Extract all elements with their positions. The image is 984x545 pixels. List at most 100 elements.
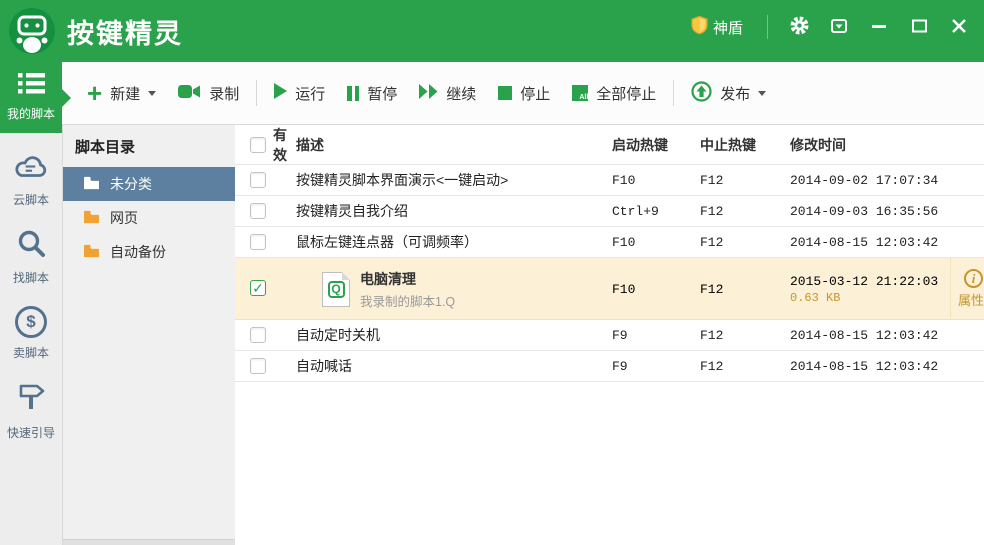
directory-item-uncategorized[interactable]: 未分类 bbox=[63, 167, 235, 201]
fast-forward-icon bbox=[419, 84, 438, 103]
table-row[interactable]: ✓ 按键精灵自我介绍 Ctrl+9 F12 2014-09-03 16:35:5… bbox=[235, 196, 984, 227]
publish-button[interactable]: 发布 bbox=[680, 73, 777, 113]
script-description: 自动定时关机 bbox=[296, 325, 612, 345]
minimize-button[interactable] bbox=[862, 12, 896, 42]
modified-time: 2014-08-15 12:03:42 bbox=[790, 359, 950, 374]
col-abort-hotkey: 中止热键 bbox=[700, 135, 790, 155]
script-file-icon: Q bbox=[322, 272, 350, 307]
script-table: ✓ 有效 描述 启动热键 中止热键 修改时间 ✓ 按键精灵脚本界面演示<一键启动… bbox=[235, 125, 984, 545]
stop-icon bbox=[498, 86, 512, 100]
pause-icon bbox=[347, 86, 359, 101]
signpost-icon bbox=[15, 381, 47, 418]
row-checkbox[interactable]: ✓ bbox=[250, 280, 266, 296]
row-checkbox[interactable]: ✓ bbox=[250, 234, 266, 250]
modified-time: 2014-08-15 12:03:42 bbox=[790, 328, 950, 343]
record-button[interactable]: 录制 bbox=[167, 73, 250, 113]
new-script-label: 新建 bbox=[110, 83, 140, 104]
stop-label: 停止 bbox=[520, 83, 550, 104]
resume-label: 继续 bbox=[446, 83, 476, 104]
minimize-icon bbox=[872, 19, 886, 36]
script-description: 按键精灵自我介绍 bbox=[296, 201, 612, 221]
table-row[interactable]: ✓ 自动喊话 F9 F12 2014-08-15 12:03:42 bbox=[235, 351, 984, 382]
sidebar-item-label: 快速引导 bbox=[7, 424, 55, 441]
properties-button[interactable]: i 属性 bbox=[950, 258, 984, 320]
table-row[interactable]: ✓ 自动定时关机 F9 F12 2014-08-15 12:03:42 bbox=[235, 320, 984, 351]
row-checkbox[interactable]: ✓ bbox=[250, 327, 266, 343]
chevron-down-icon bbox=[148, 91, 156, 96]
stop-all-button[interactable]: All 全部停止 bbox=[561, 73, 667, 113]
col-valid: 有效 bbox=[273, 125, 296, 165]
pause-button[interactable]: 暂停 bbox=[336, 73, 408, 113]
stop-button[interactable]: 停止 bbox=[487, 73, 561, 113]
directory-title: 脚本目录 bbox=[63, 125, 235, 167]
sidebar-item-label: 云脚本 bbox=[13, 191, 49, 208]
toolbar-divider bbox=[256, 80, 257, 106]
script-description: 鼠标左键连点器（可调频率） bbox=[296, 232, 612, 252]
publish-label: 发布 bbox=[720, 83, 750, 104]
row-checkbox[interactable]: ✓ bbox=[250, 172, 266, 188]
col-description: 描述 bbox=[296, 135, 612, 155]
sidebar-item-quick-guide[interactable]: 快速引导 bbox=[0, 381, 62, 441]
sidebar-item-label: 找脚本 bbox=[13, 269, 49, 286]
row-checkbox[interactable]: ✓ bbox=[250, 358, 266, 374]
table-row-selected[interactable]: ✓ Q 电脑清理 我录制的脚本1.Q F10 F12 2015-03-12 21… bbox=[235, 258, 984, 320]
table-header: ✓ 有效 描述 启动热键 中止热键 修改时间 bbox=[235, 125, 984, 165]
search-icon bbox=[16, 228, 46, 263]
panel-scrollbar[interactable] bbox=[63, 539, 235, 545]
directory-item-label: 自动备份 bbox=[110, 242, 166, 262]
app-title: 按键精灵 bbox=[67, 12, 183, 51]
row-checkbox[interactable]: ✓ bbox=[250, 203, 266, 219]
plus-icon: + bbox=[87, 83, 102, 103]
shield-button[interactable]: 神盾 bbox=[681, 12, 753, 42]
new-script-button[interactable]: + 新建 bbox=[76, 73, 167, 113]
abort-hotkey: F12 bbox=[700, 359, 790, 374]
script-description: 按键精灵脚本界面演示<一键启动> bbox=[296, 170, 612, 190]
script-filename: 我录制的脚本1.Q bbox=[360, 291, 455, 310]
abort-hotkey: F12 bbox=[700, 204, 790, 219]
sidebar-item-find-scripts[interactable]: 找脚本 bbox=[0, 228, 62, 286]
resume-button[interactable]: 继续 bbox=[408, 73, 487, 113]
abort-hotkey: F12 bbox=[700, 282, 790, 297]
stop-all-icon: All bbox=[572, 85, 588, 101]
modified-time: 2014-09-02 17:07:34 bbox=[790, 173, 950, 188]
play-icon bbox=[274, 83, 287, 103]
record-label: 录制 bbox=[209, 83, 239, 104]
col-modified: 修改时间 bbox=[790, 135, 950, 155]
modified-time: 2014-08-15 12:03:42 bbox=[790, 235, 950, 250]
titlebar: 按键精灵 神盾 bbox=[0, 0, 984, 62]
abort-hotkey: F12 bbox=[700, 328, 790, 343]
run-label: 运行 bbox=[295, 83, 325, 104]
camera-icon bbox=[178, 84, 201, 103]
select-all-checkbox[interactable]: ✓ bbox=[250, 137, 266, 153]
settings-button[interactable] bbox=[782, 12, 816, 42]
script-title: 电脑清理 bbox=[360, 269, 455, 289]
sidebar-item-sell-scripts[interactable]: $ 卖脚本 bbox=[0, 306, 62, 361]
menu-dropdown-button[interactable] bbox=[822, 12, 856, 42]
sidebar-item-my-scripts[interactable]: 我的脚本 bbox=[0, 62, 62, 133]
titlebar-divider bbox=[767, 15, 768, 39]
pause-label: 暂停 bbox=[367, 83, 397, 104]
table-row[interactable]: ✓ 鼠标左键连点器（可调频率） F10 F12 2014-08-15 12:03… bbox=[235, 227, 984, 258]
list-icon bbox=[18, 73, 45, 99]
table-row[interactable]: ✓ 按键精灵脚本界面演示<一键启动> F10 F12 2014-09-02 17… bbox=[235, 165, 984, 196]
publish-icon bbox=[691, 81, 712, 106]
directory-item-label: 未分类 bbox=[110, 174, 152, 194]
window-caret-icon bbox=[831, 19, 847, 36]
shield-icon bbox=[691, 15, 708, 39]
active-item-pointer bbox=[62, 89, 71, 107]
close-button[interactable] bbox=[942, 12, 976, 42]
directory-item-auto-backup[interactable]: 自动备份 bbox=[63, 235, 235, 269]
modified-time: 2014-09-03 16:35:56 bbox=[790, 204, 950, 219]
file-size: 0.63 KB bbox=[790, 291, 950, 305]
sidebar-item-cloud-scripts[interactable]: 云脚本 bbox=[0, 153, 62, 208]
chevron-down-icon bbox=[758, 91, 766, 96]
run-button[interactable]: 运行 bbox=[263, 73, 336, 113]
start-hotkey: F10 bbox=[612, 282, 700, 297]
cloud-icon bbox=[13, 153, 49, 185]
directory-item-web[interactable]: 网页 bbox=[63, 201, 235, 235]
maximize-button[interactable] bbox=[902, 12, 936, 42]
col-start-hotkey: 启动热键 bbox=[612, 135, 700, 155]
start-hotkey: F9 bbox=[612, 328, 700, 343]
script-description: 自动喊话 bbox=[296, 356, 612, 376]
properties-label: 属性 bbox=[958, 290, 984, 309]
